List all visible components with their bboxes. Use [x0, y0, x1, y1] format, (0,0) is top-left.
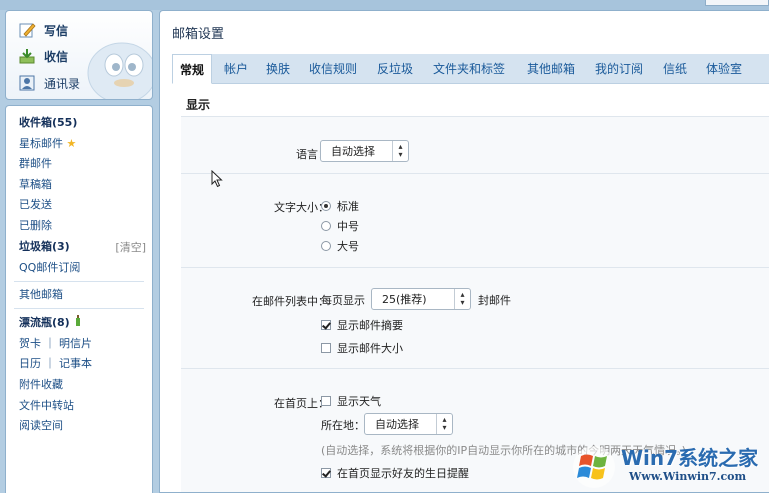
radio-icon — [321, 241, 331, 251]
receive-mail-link[interactable]: 收信 — [18, 45, 68, 67]
receive-mail-label: 收信 — [44, 49, 69, 64]
quick-actions-panel: 写信 收信 通讯录 — [5, 10, 153, 100]
mail-list-label: 在邮件列表中： — [252, 295, 329, 308]
tab-mail-rules[interactable]: 收信规则 — [309, 54, 357, 84]
birthday-reminder-checkbox[interactable]: 在首页显示好友的生日提醒 — [321, 465, 469, 481]
star-icon: ★ — [66, 137, 77, 150]
font-size-large-label: 大号 — [337, 240, 359, 253]
contacts-link[interactable]: 通讯录 — [18, 72, 80, 94]
watermark: Win7系统之家 Www.Winwin7.com — [571, 440, 769, 493]
nav-divider — [14, 308, 144, 309]
top-strip — [0, 0, 769, 10]
tab-my-subscriptions[interactable]: 我的订阅 — [595, 54, 643, 84]
checkbox-checked-icon — [321, 468, 331, 478]
select-arrows-icon: ▴ ▾ — [454, 289, 470, 309]
show-weather-label: 显示天气 — [337, 395, 381, 408]
nav-inbox[interactable]: 收件箱(55) — [19, 114, 77, 132]
show-weather-checkbox[interactable]: 显示天气 — [321, 393, 381, 409]
nav-drift-bottle-label: 漂流瓶(8) — [19, 316, 70, 329]
row-divider — [181, 173, 769, 174]
top-right-box — [705, 0, 769, 6]
tab-anti-spam[interactable]: 反垃圾 — [377, 54, 413, 84]
contacts-icon — [19, 75, 35, 91]
language-value: 自动选择 — [331, 145, 375, 158]
radio-icon — [321, 221, 331, 231]
nav-other-mailboxes[interactable]: 其他邮箱 — [19, 286, 63, 304]
watermark-url: Www.Winwin7.com — [629, 470, 747, 483]
windows-logo-icon — [573, 446, 615, 488]
checkbox-icon — [321, 396, 331, 406]
per-page-prefix: 每页显示 — [321, 294, 365, 307]
tab-stationery[interactable]: 信纸 — [663, 54, 687, 84]
nav-reading-space[interactable]: 阅读空间 — [19, 417, 63, 435]
bottle-icon — [75, 315, 80, 326]
settings-panel: 邮箱设置 常规 帐户 换肤 收信规则 反垃圾 文件夹和标签 其他邮箱 我的订阅 … — [159, 10, 769, 493]
nav-starred[interactable]: 星标邮件 ★ — [19, 135, 76, 153]
row-divider — [181, 368, 769, 369]
font-size-large-option[interactable]: 大号 — [321, 238, 359, 254]
write-mail-icon — [19, 23, 36, 38]
font-size-medium-label: 中号 — [337, 220, 359, 233]
show-summary-label: 显示邮件摘要 — [337, 319, 403, 332]
nav-calendar-notes[interactable]: 日历 ｜ 记事本 — [19, 355, 92, 373]
section-title-display: 显示 — [186, 98, 211, 112]
language-select[interactable]: 自动选择 ▴ ▾ — [320, 140, 409, 162]
birthday-reminder-label: 在首页显示好友的生日提醒 — [337, 467, 469, 480]
font-size-standard-label: 标准 — [337, 200, 359, 213]
checkbox-icon — [321, 343, 331, 353]
nav-cards-postcards[interactable]: 贺卡 ｜ 明信片 — [19, 335, 92, 353]
write-mail-label: 写信 — [44, 23, 69, 38]
nav-file-transfer[interactable]: 文件中转站 — [19, 397, 74, 415]
folder-nav: 收件箱(55) 星标邮件 ★ 群邮件 草稿箱 已发送 已删除 垃圾箱(3) [清… — [5, 105, 153, 493]
per-page-value: 25(推荐) — [382, 293, 427, 306]
row-divider — [181, 267, 769, 268]
tab-other-mailboxes[interactable]: 其他邮箱 — [527, 54, 575, 84]
show-size-checkbox[interactable]: 显示邮件大小 — [321, 340, 403, 356]
per-page-suffix: 封邮件 — [478, 294, 511, 307]
nav-deleted[interactable]: 已删除 — [19, 217, 52, 235]
tab-account[interactable]: 帐户 — [224, 54, 248, 84]
inbox-download-icon — [19, 49, 35, 64]
penguin-mascot-icon — [87, 42, 152, 99]
location-value: 自动选择 — [375, 418, 419, 431]
tab-skin[interactable]: 换肤 — [266, 54, 290, 84]
nav-group-mail[interactable]: 群邮件 — [19, 155, 52, 173]
checkbox-checked-icon — [321, 320, 331, 330]
write-mail-link[interactable]: 写信 — [18, 19, 68, 41]
radio-selected-icon — [321, 201, 331, 211]
location-select[interactable]: 自动选择 ▴ ▾ — [364, 413, 453, 435]
nav-starred-label: 星标邮件 — [19, 137, 63, 150]
tab-general[interactable]: 常规 — [172, 54, 212, 84]
show-summary-checkbox[interactable]: 显示邮件摘要 — [321, 317, 403, 333]
nav-drift-bottle[interactable]: 漂流瓶(8) — [19, 314, 82, 332]
nav-divider — [14, 281, 144, 282]
location-label: 所在地： — [321, 419, 365, 432]
nav-drafts[interactable]: 草稿箱 — [19, 176, 52, 194]
empty-spam-button[interactable]: [清空] — [115, 239, 146, 255]
contacts-label: 通讯录 — [44, 76, 81, 91]
mouse-cursor-icon — [211, 170, 223, 188]
display-settings: 语言： 自动选择 ▴ ▾ 文字大小： 标准 中号 大号 在邮件列表中： 每页显示 … — [181, 116, 769, 492]
per-page-select[interactable]: 25(推荐) ▴ ▾ — [371, 288, 471, 310]
page-title: 邮箱设置 — [172, 27, 225, 42]
nav-attachments[interactable]: 附件收藏 — [19, 376, 63, 394]
settings-tabbar: 常规 帐户 换肤 收信规则 反垃圾 文件夹和标签 其他邮箱 我的订阅 信纸 体验… — [172, 54, 769, 84]
watermark-brand: Win7系统之家 — [621, 446, 759, 470]
tab-lab[interactable]: 体验室 — [706, 54, 742, 84]
font-size-medium-option[interactable]: 中号 — [321, 218, 359, 234]
font-size-standard-option[interactable]: 标准 — [321, 198, 359, 214]
tab-folders-labels[interactable]: 文件夹和标签 — [433, 54, 505, 84]
select-arrows-icon: ▴ ▾ — [436, 414, 452, 434]
nav-spam[interactable]: 垃圾箱(3) — [19, 238, 70, 256]
nav-qq-subscription[interactable]: QQ邮件订阅 — [19, 259, 80, 277]
select-arrows-icon: ▴ ▾ — [392, 141, 408, 161]
show-size-label: 显示邮件大小 — [337, 342, 403, 355]
nav-sent[interactable]: 已发送 — [19, 196, 52, 214]
